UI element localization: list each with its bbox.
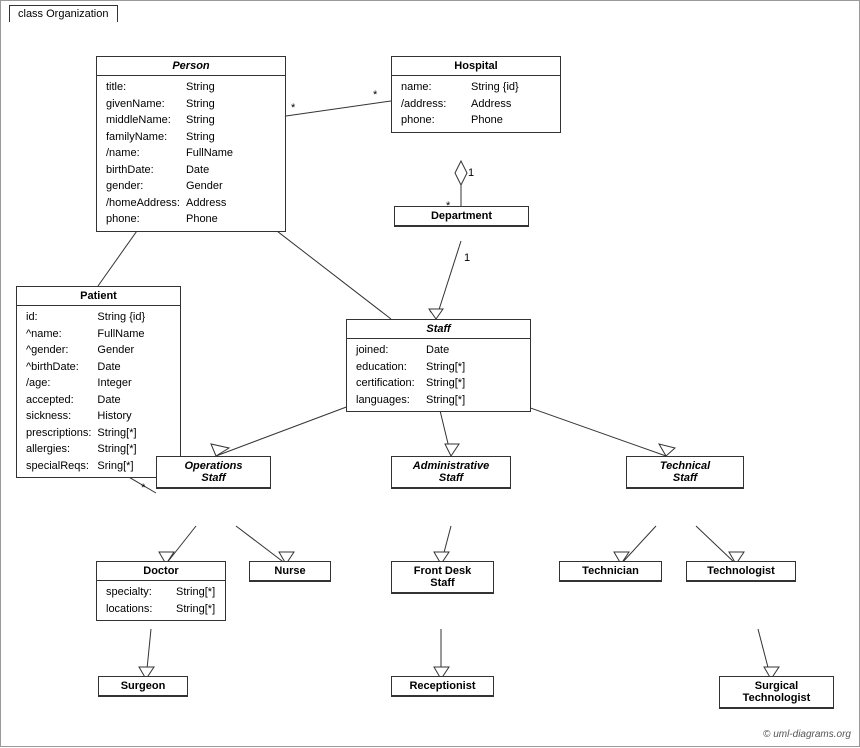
title-text: class Organization bbox=[18, 8, 109, 20]
surgeon-class: Surgeon bbox=[98, 676, 188, 697]
receptionist-title: Receptionist bbox=[392, 677, 493, 696]
operations-staff-class: OperationsStaff bbox=[156, 456, 271, 489]
hospital-class: Hospital name:String {id} /address:Addre… bbox=[391, 56, 561, 133]
department-class: Department bbox=[394, 206, 529, 227]
hospital-title: Hospital bbox=[392, 57, 560, 76]
technical-staff-class: TechnicalStaff bbox=[626, 456, 744, 489]
person-body: title:String givenName:String middleName… bbox=[97, 76, 285, 231]
doctor-title: Doctor bbox=[97, 562, 225, 581]
receptionist-class: Receptionist bbox=[391, 676, 494, 697]
svg-text:*: * bbox=[429, 307, 434, 319]
operations-staff-title: OperationsStaff bbox=[157, 457, 270, 488]
person-class: Person title:String givenName:String mid… bbox=[96, 56, 286, 232]
svg-text:*: * bbox=[373, 89, 378, 101]
copyright: © uml-diagrams.org bbox=[763, 729, 851, 740]
technician-title: Technician bbox=[560, 562, 661, 581]
staff-class: Staff joined:Date education:String[*] ce… bbox=[346, 319, 531, 412]
doctor-class: Doctor specialty:String[*] locations:Str… bbox=[96, 561, 226, 621]
front-desk-title: Front DeskStaff bbox=[392, 562, 493, 593]
surgical-tech-title: SurgicalTechnologist bbox=[720, 677, 833, 708]
department-title: Department bbox=[395, 207, 528, 226]
surgical-tech-class: SurgicalTechnologist bbox=[719, 676, 834, 709]
nurse-title: Nurse bbox=[250, 562, 330, 581]
hospital-body: name:String {id} /address:Address phone:… bbox=[392, 76, 560, 132]
patient-body: id:String {id} ^name:FullName ^gender:Ge… bbox=[17, 306, 180, 477]
staff-title: Staff bbox=[347, 320, 530, 339]
patient-class: Patient id:String {id} ^name:FullName ^g… bbox=[16, 286, 181, 478]
diagram-title: class Organization bbox=[9, 5, 118, 22]
svg-text:1: 1 bbox=[464, 252, 470, 264]
svg-text:1: 1 bbox=[468, 167, 474, 179]
patient-title: Patient bbox=[17, 287, 180, 306]
svg-text:*: * bbox=[141, 482, 146, 494]
technologist-class: Technologist bbox=[686, 561, 796, 582]
nurse-class: Nurse bbox=[249, 561, 331, 582]
svg-text:*: * bbox=[291, 102, 296, 114]
diagram-container: class Organization * * 1 * 1 * bbox=[0, 0, 860, 747]
technical-staff-title: TechnicalStaff bbox=[627, 457, 743, 488]
admin-staff-title: AdministrativeStaff bbox=[392, 457, 510, 488]
surgeon-title: Surgeon bbox=[99, 677, 187, 696]
admin-staff-class: AdministrativeStaff bbox=[391, 456, 511, 489]
technologist-title: Technologist bbox=[687, 562, 795, 581]
technician-class: Technician bbox=[559, 561, 662, 582]
doctor-body: specialty:String[*] locations:String[*] bbox=[97, 581, 225, 620]
person-title: Person bbox=[97, 57, 285, 76]
front-desk-class: Front DeskStaff bbox=[391, 561, 494, 594]
staff-body: joined:Date education:String[*] certific… bbox=[347, 339, 530, 411]
